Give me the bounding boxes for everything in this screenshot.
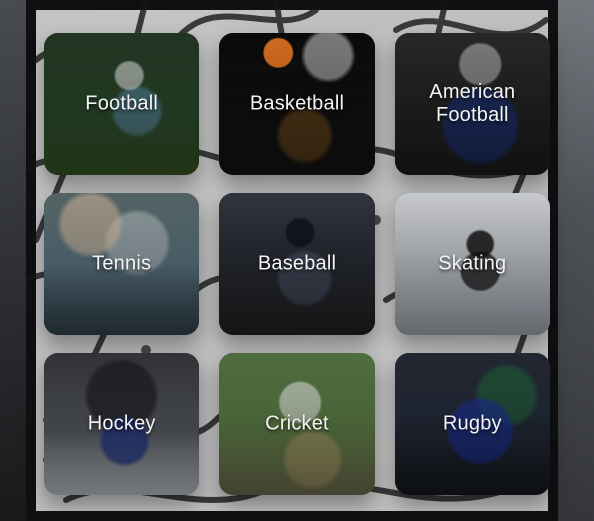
sport-tile-cricket[interactable]: Cricket — [219, 353, 375, 495]
sport-label: Basketball — [249, 92, 345, 115]
device-scene: Football Basketball American Football Te… — [0, 0, 594, 521]
sport-tile-american-football[interactable]: American Football — [394, 33, 550, 175]
sport-label: Football — [85, 92, 159, 115]
sport-tile-hockey[interactable]: Hockey — [44, 353, 200, 495]
phone-screen: Football Basketball American Football Te… — [26, 0, 558, 521]
sport-label: Baseball — [257, 252, 337, 275]
sport-tile-baseball[interactable]: Baseball — [219, 193, 375, 335]
sport-tile-rugby[interactable]: Rugby — [394, 353, 550, 495]
sport-tile-basketball[interactable]: Basketball — [219, 33, 375, 175]
sport-label: Rugby — [442, 412, 502, 435]
sport-label: Skating — [438, 252, 507, 275]
sport-tile-skating[interactable]: Skating — [394, 193, 550, 335]
sports-grid: Football Basketball American Football Te… — [44, 33, 550, 495]
sport-tile-football[interactable]: Football — [44, 33, 200, 175]
background-left-edge — [0, 0, 26, 521]
background-right-edge — [558, 0, 594, 521]
sport-label: Tennis — [92, 252, 152, 275]
sport-label: American Football — [429, 81, 516, 126]
sport-label: Cricket — [265, 412, 329, 435]
sport-tile-tennis[interactable]: Tennis — [44, 193, 200, 335]
sport-label: Hockey — [87, 412, 156, 435]
